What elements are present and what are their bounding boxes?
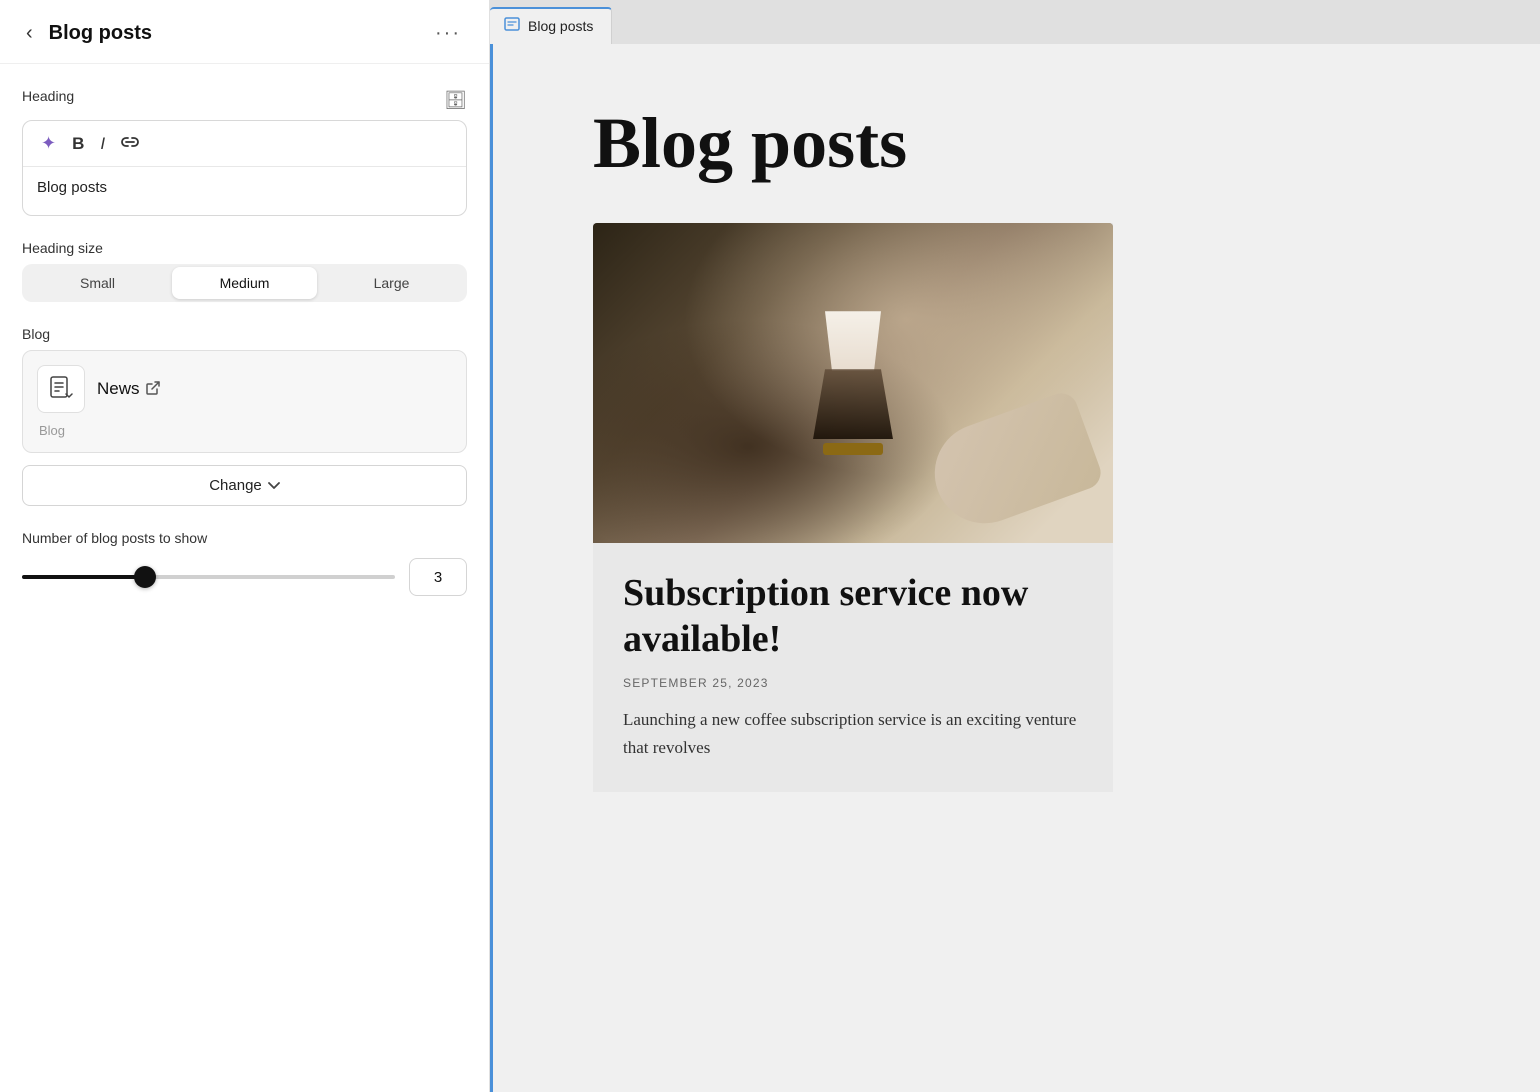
- chevron-down-icon: [268, 478, 280, 493]
- left-panel: ‹ Blog posts ··· Heading 🗄 ✦ B I: [0, 0, 490, 1092]
- blog-post-date: September 25, 2023: [623, 676, 1083, 690]
- blog-doc-icon: [37, 365, 85, 413]
- blog-name: News: [97, 379, 140, 399]
- blog-name-row: News: [97, 379, 160, 399]
- heading-size-section: Heading size Small Medium Large: [22, 240, 467, 302]
- blog-section: Blog News: [22, 326, 467, 506]
- heading-editor: ✦ B I Blog posts: [22, 120, 467, 216]
- back-button[interactable]: ‹: [22, 20, 37, 47]
- heading-size-toggle: Small Medium Large: [22, 264, 467, 302]
- blog-posts-tab[interactable]: Blog posts: [490, 7, 612, 44]
- panel-header: ‹ Blog posts ···: [0, 0, 489, 64]
- slider-row: 3: [22, 558, 467, 596]
- posts-count-label: Number of blog posts to show: [22, 530, 467, 546]
- heading-label-row: Heading 🗄: [22, 88, 467, 112]
- more-options-button[interactable]: ···: [429, 20, 467, 47]
- posts-slider-container: [22, 567, 395, 587]
- slider-thumb[interactable]: [134, 566, 156, 588]
- coffee-scene-background: [593, 223, 1113, 543]
- ai-sparkle-button[interactable]: ✦: [37, 131, 60, 156]
- preview-content: Blog posts Su: [490, 44, 1540, 1092]
- change-blog-button[interactable]: Change: [22, 465, 467, 506]
- tab-icon: [504, 17, 520, 34]
- heading-toolbar: ✦ B I: [23, 121, 466, 167]
- heading-label: Heading: [22, 88, 74, 104]
- blog-post-excerpt: Launching a new coffee subscription serv…: [623, 706, 1083, 762]
- posts-number-input[interactable]: 3: [409, 558, 467, 596]
- slider-track: [22, 575, 395, 579]
- dripper-filter: [818, 311, 888, 371]
- database-icon: 🗄: [444, 90, 467, 111]
- blog-post-title: Subscription service now available!: [623, 571, 1083, 662]
- size-small-button[interactable]: Small: [25, 267, 170, 299]
- blog-card-inner: News: [37, 365, 452, 413]
- dripper-glass: [813, 369, 893, 439]
- blog-section-label: Blog: [22, 326, 467, 342]
- italic-button[interactable]: I: [96, 132, 109, 156]
- person-arm: [921, 389, 1106, 538]
- blog-post-image: [593, 223, 1113, 543]
- heading-section: Heading 🗄 ✦ B I Blog posts: [22, 88, 467, 216]
- preview-tab-bar: Blog posts: [490, 0, 1540, 44]
- dripper-container: [813, 311, 893, 455]
- tab-label: Blog posts: [528, 18, 593, 34]
- blog-post-info: Subscription service now available! Sept…: [593, 543, 1113, 792]
- right-panel: Blog posts Blog posts: [490, 0, 1540, 1092]
- posts-count-section: Number of blog posts to show 3: [22, 530, 467, 596]
- external-link-icon[interactable]: [146, 381, 160, 398]
- panel-title: Blog posts: [49, 22, 152, 45]
- size-large-button[interactable]: Large: [319, 267, 464, 299]
- blog-card-area: News Blog: [22, 350, 467, 453]
- change-label: Change: [209, 477, 262, 494]
- panel-body: Heading 🗄 ✦ B I Blog posts: [0, 64, 489, 620]
- bold-button[interactable]: B: [68, 132, 88, 156]
- heading-size-label: Heading size: [22, 240, 467, 256]
- blog-post-card: Subscription service now available! Sept…: [593, 223, 1113, 792]
- preview-inner: Blog posts Su: [493, 44, 1393, 852]
- panel-header-left: ‹ Blog posts: [22, 20, 152, 47]
- size-medium-button[interactable]: Medium: [172, 267, 317, 299]
- preview-page-title: Blog posts: [593, 104, 1273, 183]
- heading-text-input[interactable]: Blog posts: [23, 167, 466, 215]
- link-button[interactable]: [117, 131, 143, 156]
- blog-sub-label: Blog: [37, 423, 452, 438]
- dripper-stand: [823, 443, 883, 455]
